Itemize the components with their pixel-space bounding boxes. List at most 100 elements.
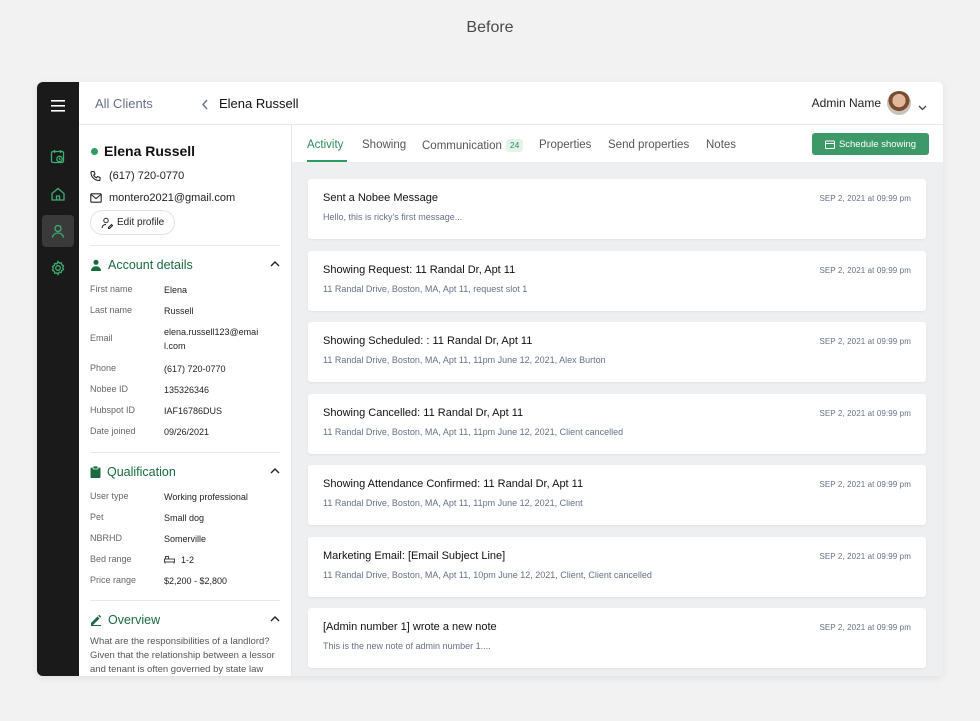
tab-activity[interactable]: Activity: [307, 139, 343, 151]
divider: [90, 245, 280, 246]
avatar[interactable]: [887, 91, 911, 115]
schedule-showing-label: Schedule showing: [838, 138, 917, 150]
activity-card[interactable]: Showing Request: 11 Randal Dr, Apt 11 11 …: [308, 250, 926, 311]
overview-title: Overview: [108, 613, 161, 627]
qualification-header[interactable]: Qualification: [90, 464, 280, 480]
top-bar: All Clients Elena Russell Admin Name: [79, 82, 943, 125]
communication-count-badge: 24: [505, 139, 524, 152]
activity-title: Showing Scheduled: : 11 Randal Dr, Apt 1…: [323, 335, 533, 347]
activity-card[interactable]: Sent a Nobee Message Hello, this is ricky…: [308, 179, 926, 239]
activity-sub: This is the new note of admin number 1..…: [323, 641, 491, 651]
activity-date: SEP 2, 2021 at 09:99 pm: [819, 480, 911, 489]
activity-date: SEP 2, 2021 at 09:99 pm: [819, 194, 911, 203]
user-edit-icon: [101, 217, 113, 229]
clipboard-icon: [90, 466, 101, 478]
overview-text: What are the responsibilities of a landl…: [90, 636, 275, 675]
activity-date: SEP 2, 2021 at 09:99 pm: [819, 623, 911, 632]
tab-activity-label: Activity: [307, 139, 344, 151]
pencil-note-icon: [91, 614, 102, 626]
activity-title: Marketing Email: [Email Subject Line]: [323, 549, 506, 562]
chevron-up-icon[interactable]: [270, 467, 280, 474]
tab-properties-label: Properties: [539, 139, 592, 151]
bed-range-value: 1-2: [181, 555, 195, 565]
detail-label: Nobee ID: [90, 384, 129, 394]
user-icon: [90, 259, 102, 271]
activity-card[interactable]: [Admin number 1] wrote a new note This is…: [308, 608, 926, 668]
main-content: Activity Showing Communication 24 Propert…: [292, 125, 943, 676]
activity-sub: Hello, this is ricky's first message...: [323, 212, 463, 222]
profile-phone-text: (617) 720-0770: [109, 170, 185, 182]
detail-value: Elena: [164, 285, 188, 295]
activity-sub: 11 Randal Drive, Boston, MA, Apt 11, 11p…: [323, 355, 606, 365]
activity-sub: 11 Randal Drive, Boston, MA, Apt 11, req…: [323, 283, 528, 294]
detail-value: Working professional: [164, 492, 248, 502]
detail-label: Price range: [90, 575, 137, 585]
tab-bar: Activity Showing Communication 24 Propert…: [292, 125, 943, 163]
detail-label: First name: [90, 284, 133, 294]
detail-value: 09/26/2021: [164, 427, 210, 437]
detail-value: Somerville: [164, 534, 207, 544]
activity-card[interactable]: Showing Cancelled: 11 Randal Dr, Apt 11 1…: [308, 393, 926, 454]
tab-showing[interactable]: Showing: [362, 139, 406, 151]
account-details-title: Account details: [108, 258, 193, 272]
breadcrumb-all-clients[interactable]: All Clients: [95, 96, 153, 111]
activity-sub: 11 Randal Drive, Boston, MA, Apt 11, 11p…: [323, 498, 583, 508]
chevron-up-icon[interactable]: [270, 615, 280, 622]
detail-value: (617) 720-0770: [164, 364, 226, 374]
divider: [90, 452, 280, 453]
clients-icon[interactable]: [42, 215, 74, 247]
activity-card[interactable]: Marketing Email: [Email Subject Line] 11 …: [308, 536, 926, 597]
app-window: All Clients Elena Russell Admin Name Ele…: [37, 82, 943, 676]
account-details-header[interactable]: Account details: [90, 257, 280, 273]
tab-notes-label: Notes: [706, 139, 737, 151]
home-icon[interactable]: [42, 178, 74, 210]
settings-icon[interactable]: [42, 252, 74, 284]
detail-value: Small dog: [164, 513, 205, 523]
detail-value: Russell: [164, 306, 194, 316]
detail-label: NBRHD: [90, 533, 123, 543]
client-name: Elena Russell: [104, 143, 196, 159]
edit-profile-button[interactable]: Edit profile: [90, 210, 176, 235]
phone-icon: [90, 170, 101, 182]
page-caption: Before: [466, 19, 514, 36]
activity-title: [Admin number 1] wrote a new note: [323, 621, 497, 633]
detail-label: Email: [90, 333, 113, 343]
detail-label: User type: [90, 491, 129, 501]
detail-label: Phone: [90, 363, 117, 373]
divider: [90, 600, 280, 601]
detail-label: Pet: [90, 512, 104, 522]
tab-send-properties-label: Send properties: [608, 139, 690, 151]
tab-send-properties[interactable]: Send properties: [608, 139, 689, 151]
chevron-left-icon[interactable]: [201, 97, 209, 115]
tab-showing-label: Showing: [362, 139, 407, 151]
detail-label: Date joined: [90, 426, 136, 436]
admin-name[interactable]: Admin Name: [812, 96, 881, 110]
chevron-down-icon[interactable]: [918, 98, 927, 116]
detail-value: elena.russell123@emai l.com: [164, 327, 259, 351]
activity-title: Showing Cancelled: 11 Randal Dr, Apt 11: [323, 406, 524, 419]
chevron-up-icon[interactable]: [270, 260, 280, 267]
tab-notes[interactable]: Notes: [706, 139, 736, 151]
detail-label: Hubspot ID: [90, 405, 136, 415]
activity-title: Showing Attendance Confirmed: 11 Randal …: [323, 478, 584, 490]
activity-card[interactable]: Showing Scheduled: : 11 Randal Dr, Apt 1…: [308, 322, 926, 382]
overview-header[interactable]: Overview: [90, 612, 280, 628]
tab-properties[interactable]: Properties: [539, 139, 591, 151]
active-tab-indicator: [307, 160, 347, 162]
detail-label: Last name: [90, 305, 133, 315]
online-status-dot: [91, 148, 98, 155]
activity-sub: 11 Randal Drive, Boston, MA, Apt 11, 11p…: [323, 426, 624, 437]
profile-panel: Elena Russell (617) 720-0770 montero2021…: [79, 125, 292, 676]
calendar-clock-icon[interactable]: [42, 141, 74, 173]
activity-title: Showing Request: 11 Randal Dr, Apt 11: [323, 263, 516, 276]
profile-phone: (617) 720-0770: [90, 170, 184, 182]
menu-icon[interactable]: [42, 90, 74, 122]
schedule-showing-button[interactable]: Schedule showing: [812, 133, 929, 155]
tab-communication[interactable]: Communication 24: [422, 139, 524, 152]
detail-value: IAF16786DUS: [164, 406, 223, 416]
detail-value: $2,200 - $2,800: [164, 576, 228, 586]
activity-title: Sent a Nobee Message: [323, 192, 438, 204]
activity-card[interactable]: Showing Attendance Confirmed: 11 Randal …: [308, 465, 926, 525]
qualification-title: Qualification: [107, 465, 176, 479]
detail-label: Bed range: [90, 554, 132, 564]
